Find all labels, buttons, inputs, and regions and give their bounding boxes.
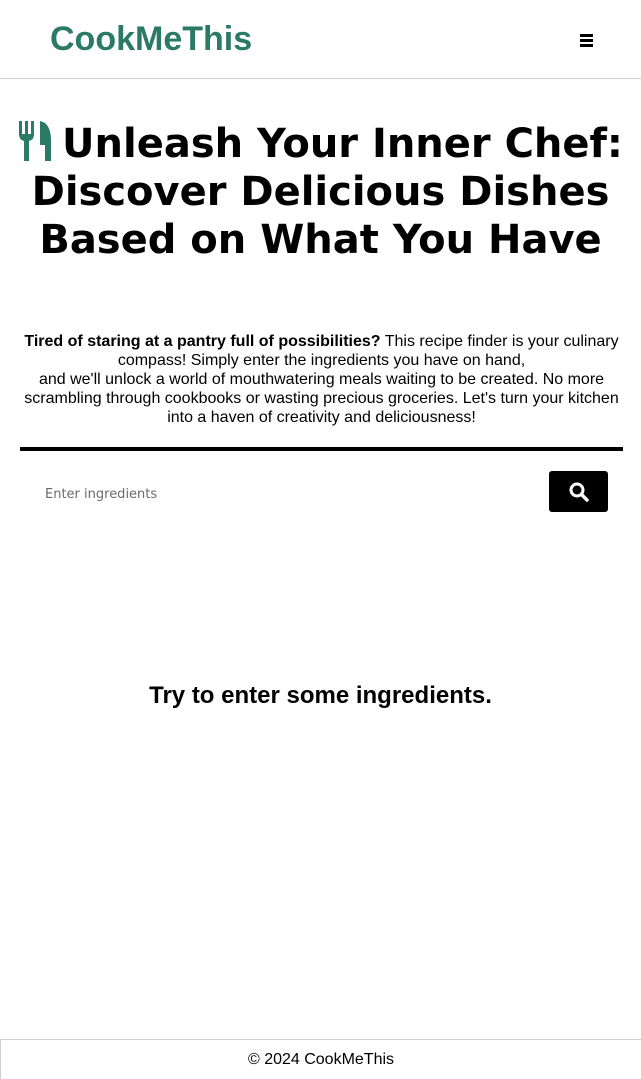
- footer-copyright: © 2024 CookMeThis: [247, 1051, 395, 1068]
- page-title: Unleash Your Inner Chef: Discover Delici…: [0, 120, 641, 264]
- footer: © 2024 CookMeThis: [0, 1039, 641, 1079]
- divider: [20, 447, 623, 451]
- search-icon: [569, 482, 589, 502]
- menu-bar-top: [579, 33, 593, 37]
- empty-results-message: Try to enter some ingredients.: [149, 682, 492, 709]
- fork-knife-icon: [19, 121, 52, 161]
- intro-body-2: and we'll unlock a world of mouthwaterin…: [24, 371, 619, 426]
- intro-lead: Tired of staring at a pantry full of pos…: [24, 333, 381, 350]
- page-title-line-2: Discover Delicious Dishes Based on What …: [31, 169, 610, 263]
- menu-bar-middle: [579, 38, 593, 42]
- menu-bar-bottom: [579, 43, 593, 47]
- page-title-line-1: Unleash Your Inner Chef:: [62, 121, 623, 167]
- intro-paragraph: Tired of staring at a pantry full of pos…: [20, 332, 623, 427]
- brand-logo-link[interactable]: CookMeThis: [50, 18, 252, 60]
- search-button[interactable]: [549, 471, 608, 512]
- hamburger-menu-icon[interactable]: [576, 30, 596, 50]
- page: CookMeThis Unleash Your Inner Chef: Disc…: [0, 0, 641, 1079]
- navbar: CookMeThis: [0, 0, 641, 79]
- ingredients-input[interactable]: [34, 478, 534, 510]
